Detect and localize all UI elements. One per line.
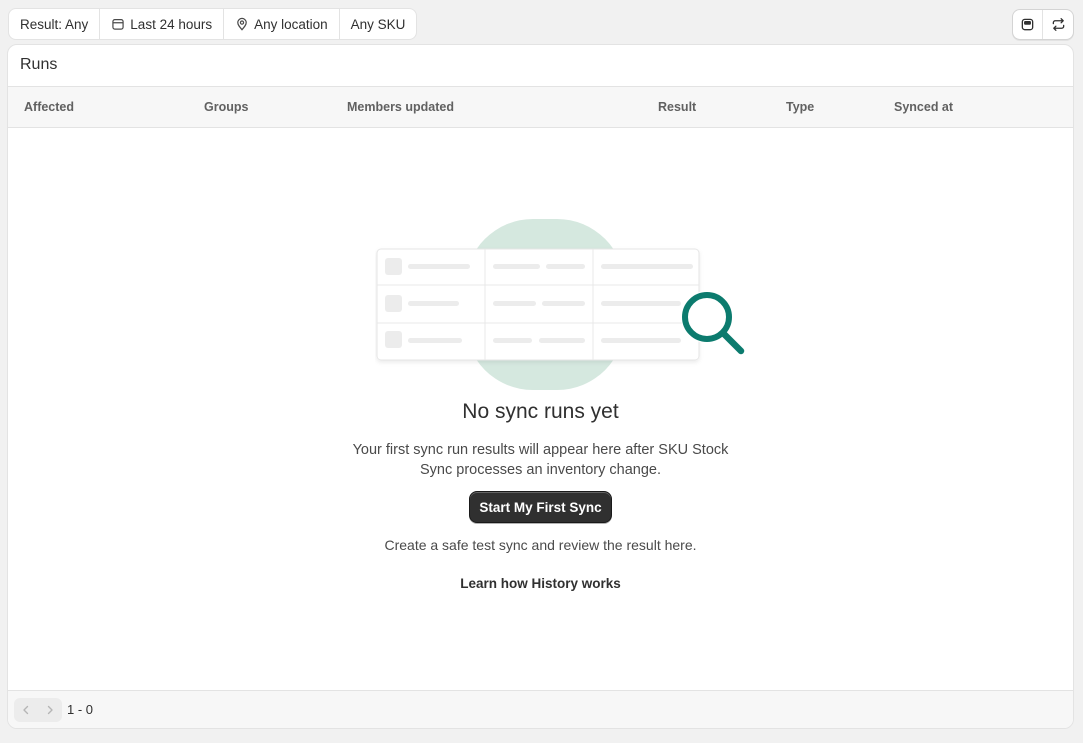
empty-state: No sync runs yet Your first sync run res… — [8, 129, 1073, 691]
card-title: Runs — [8, 45, 1073, 87]
empty-state-description-line-2: Sync processes an inventory change. — [420, 462, 661, 478]
result-filter-button[interactable]: Result: Any — [9, 9, 101, 39]
view-tools — [1012, 9, 1074, 40]
columns-button[interactable] — [1013, 10, 1043, 39]
page-range: 1 - 0 — [67, 702, 94, 717]
location-filter-label: Any location — [254, 16, 328, 32]
result-filter-label: Result: Any — [20, 16, 89, 32]
location-pin-icon — [237, 17, 247, 31]
sku-filter-button[interactable]: Any SKU — [340, 9, 417, 39]
empty-state-title: No sync runs yet — [462, 400, 619, 423]
start-first-sync-button[interactable]: Start My First Sync — [469, 491, 612, 523]
sync-icon — [1052, 18, 1064, 31]
columns-icon — [1021, 18, 1034, 31]
pagination-footer: 1 - 0 — [8, 690, 1073, 728]
pagination-controls — [14, 697, 62, 722]
table-header: Affected Groups Members updated Result T… — [8, 87, 1073, 128]
empty-table-illustration — [376, 219, 745, 390]
column-header-synced-at: Synced at — [894, 100, 954, 114]
column-header-affected: Affected — [24, 100, 75, 114]
column-header-result: Result — [658, 100, 697, 114]
filter-bar: Result: Any Last 24 hours Any location A… — [8, 8, 418, 40]
runs-card: Runs Affected Groups Members updated Res… — [7, 44, 1074, 729]
start-first-sync-label: Start My First Sync — [479, 499, 602, 515]
sync-button[interactable] — [1043, 10, 1073, 39]
chevron-left-icon — [23, 705, 29, 714]
date-range-filter-button[interactable]: Last 24 hours — [100, 9, 225, 39]
location-filter-button[interactable]: Any location — [224, 9, 340, 39]
calendar-icon — [112, 19, 124, 30]
empty-state-description-line-1: Your first sync run results will appear … — [352, 442, 729, 458]
helper-text: Create a safe test sync and review the r… — [384, 537, 697, 553]
column-header-members-updated: Members updated — [347, 100, 454, 114]
date-range-filter-label: Last 24 hours — [130, 16, 213, 32]
sku-filter-label: Any SKU — [350, 16, 406, 32]
column-header-groups: Groups — [204, 100, 249, 114]
column-header-type: Type — [786, 100, 815, 114]
previous-page-button[interactable] — [14, 698, 38, 722]
learn-history-link[interactable]: Learn how History works — [8, 576, 1073, 591]
next-page-button[interactable] — [38, 698, 62, 722]
chevron-right-icon — [47, 705, 53, 714]
empty-state-description: Your first sync run results will appear … — [8, 440, 1073, 480]
